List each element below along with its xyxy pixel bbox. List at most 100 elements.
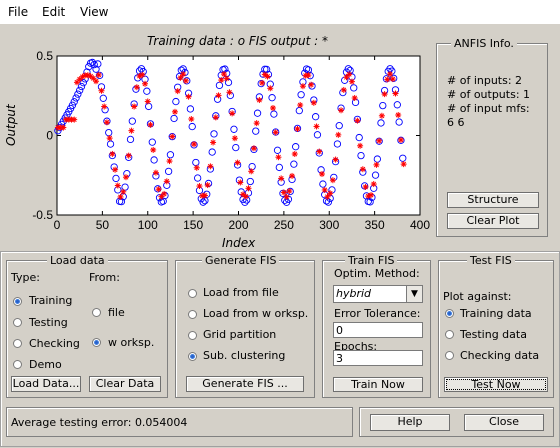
optim-method-select[interactable]: hybrid ▼ <box>333 285 423 303</box>
x-tick-label: 400 <box>410 218 430 232</box>
x-tick-label: 250 <box>274 218 294 232</box>
radio-load-from-workspace[interactable] <box>188 310 197 319</box>
radio-checking[interactable] <box>13 339 22 348</box>
epochs-input[interactable]: 3 <box>333 350 423 366</box>
radio-testing-data[interactable] <box>445 330 454 339</box>
x-tick-label: 0 <box>54 218 61 232</box>
type-label: Type: <box>11 271 40 284</box>
fis-point <box>212 114 219 121</box>
fis-point <box>256 97 263 104</box>
fis-point <box>351 95 358 102</box>
fis-point <box>297 102 304 109</box>
optim-method-label: Optim. Method: <box>334 267 420 280</box>
load-data-panel: Load data Type: From: Training Testing C… <box>6 254 168 398</box>
radio-training-data[interactable] <box>445 309 454 318</box>
x-tick-labels: 0 50 100 150 200 250 300 350 400 <box>54 218 430 232</box>
y-tick-labels: 0.5 0 -0.5 <box>32 49 53 222</box>
radio-training[interactable] <box>13 297 22 306</box>
fis-point <box>354 117 361 124</box>
status-panel: Average testing error: 0.054004 <box>6 407 353 437</box>
generate-fis-button[interactable]: Generate FIS ... <box>186 376 304 392</box>
error-tolerance-label: Error Tolerance: <box>334 307 421 320</box>
label-load-from-file: Load from file <box>203 286 279 299</box>
fis-point <box>308 81 315 88</box>
error-tolerance-input[interactable]: 0 <box>333 322 423 338</box>
fis-point <box>373 161 380 168</box>
label-training-data: Training data <box>460 307 532 320</box>
load-data-button[interactable]: Load Data... <box>11 376 81 392</box>
label-checking-data: Checking data <box>460 349 540 362</box>
footer-panel: Help Close <box>359 407 554 437</box>
fis-point <box>103 119 110 126</box>
label-testing-data: Testing data <box>460 328 527 341</box>
anfis-outputs: # of outputs: 1 <box>447 88 531 101</box>
fis-point <box>348 78 355 85</box>
status-text: Average testing error: 0.054004 <box>11 416 188 429</box>
fis-point <box>299 83 306 90</box>
label-testing: Testing <box>29 316 68 329</box>
radio-sub-clustering[interactable] <box>188 352 197 361</box>
fis-point <box>259 79 266 86</box>
fis-point <box>98 87 105 94</box>
test-fis-title: Test FIS <box>467 254 515 267</box>
radio-load-from-file[interactable] <box>188 289 197 298</box>
anfis-info-panel: ANFIS Info. # of inputs: 2 # of outputs:… <box>436 37 548 237</box>
generate-fis-panel: Generate FIS Load from file Load from w … <box>175 254 315 398</box>
fis-point <box>71 116 78 123</box>
label-file: file <box>108 306 125 319</box>
menu-edit[interactable]: Edit <box>42 5 65 19</box>
anfis-mfs: # of input mfs: <box>447 102 530 115</box>
fis-point <box>346 71 353 78</box>
plot-area: 0.50-0.5 0 50 100 150 200 250 300 350 400 <box>32 49 430 232</box>
generate-fis-title: Generate FIS <box>202 254 280 267</box>
radio-workspace[interactable] <box>92 338 101 347</box>
train-fis-title: Train FIS <box>345 254 398 267</box>
fis-point <box>93 78 100 85</box>
fis-point <box>133 84 140 91</box>
fis-point <box>101 103 108 110</box>
menu-file[interactable]: File <box>8 5 28 19</box>
anfis-inputs: # of inputs: 2 <box>447 74 523 87</box>
fis-point <box>144 98 151 105</box>
train-fis-panel: Train FIS Optim. Method: hybrid ▼ Error … <box>322 254 431 398</box>
chevron-down-icon[interactable]: ▼ <box>406 286 422 302</box>
clear-plot-button[interactable]: Clear Plot <box>447 213 539 229</box>
radio-testing[interactable] <box>13 318 22 327</box>
fis-point <box>280 189 287 196</box>
radio-grid-partition[interactable] <box>188 331 197 340</box>
fis-point <box>395 111 402 118</box>
fis-point <box>275 154 282 161</box>
label-sub-clustering: Sub. clustering <box>203 349 286 362</box>
clear-data-button[interactable]: Clear Data <box>89 376 161 392</box>
anfis-mfs-value: 6 6 <box>447 116 465 129</box>
anfis-info-title: ANFIS Info. <box>451 37 517 50</box>
structure-button[interactable]: Structure <box>447 192 539 208</box>
fis-point <box>389 76 396 83</box>
fis-point <box>223 75 230 82</box>
fis-point <box>201 192 208 199</box>
label-checking: Checking <box>29 337 80 350</box>
label-demo: Demo <box>29 358 62 371</box>
label-workspace: w orksp. <box>108 336 155 349</box>
x-tick-label: 150 <box>183 218 203 232</box>
radio-demo[interactable] <box>13 360 22 369</box>
x-tick-label: 100 <box>138 218 158 232</box>
label-training: Training <box>29 294 73 307</box>
x-tick-label: 50 <box>96 218 110 232</box>
label-load-from-workspace: Load from w orksp. <box>203 307 309 320</box>
train-now-button[interactable]: Train Now <box>333 377 423 392</box>
plot-against-label: Plot against: <box>443 290 512 303</box>
fis-point <box>400 161 407 168</box>
close-button[interactable]: Close <box>464 414 544 431</box>
radio-checking-data[interactable] <box>445 351 454 360</box>
radio-file[interactable] <box>92 308 101 317</box>
menu-view[interactable]: View <box>80 5 108 19</box>
test-now-button[interactable]: Test Now <box>444 377 548 392</box>
fis-point <box>95 71 102 78</box>
help-button[interactable]: Help <box>370 414 450 431</box>
fis-point <box>264 73 271 80</box>
y-tick-label: 0.5 <box>36 49 53 63</box>
y-tick-label: -0.5 <box>32 208 53 222</box>
x-tick-label: 350 <box>365 218 385 232</box>
y-tick-label: 0 <box>46 129 53 143</box>
